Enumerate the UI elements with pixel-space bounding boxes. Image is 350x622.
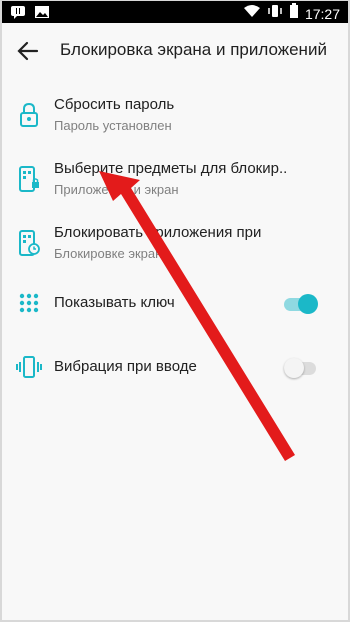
arrow-left-icon — [17, 41, 39, 61]
setting-summary: Пароль установлен — [54, 118, 172, 133]
status-right-icons: 17:27 — [243, 3, 340, 24]
dots-grid-icon — [16, 288, 42, 318]
toggle-thumb — [298, 294, 318, 314]
setting-vibrate-input[interactable]: Вибрация при вводе — [2, 336, 348, 400]
notification-icon — [10, 4, 26, 25]
lock-icon — [16, 100, 42, 130]
setting-lock-apps-when[interactable]: Блокировать приложения при Блокировке эк… — [2, 212, 348, 276]
status-bar: 17:27 — [2, 1, 348, 23]
vibrate-icon — [16, 352, 42, 382]
vibrate-toggle[interactable] — [284, 358, 318, 378]
setting-summary: Блокировке экрана — [54, 246, 170, 261]
setting-title: Вибрация при вводе — [54, 358, 197, 375]
vibrate-icon — [267, 4, 283, 23]
battery-icon — [289, 3, 299, 24]
back-button[interactable] — [14, 37, 42, 65]
setting-title: Показывать ключ — [54, 294, 175, 311]
phone-lock-icon — [16, 164, 42, 194]
status-time: 17:27 — [304, 5, 340, 22]
setting-show-key[interactable]: Показывать ключ — [2, 272, 348, 336]
setting-reset-password[interactable]: Сбросить пароль Пароль установлен — [2, 84, 348, 148]
screen: 17:27 Блокировка экрана и приложений Сбр… — [2, 1, 348, 620]
app-bar: Блокировка экрана и приложений — [2, 23, 348, 79]
setting-title: Блокировать приложения при — [54, 224, 262, 241]
image-icon — [34, 4, 50, 25]
show-key-toggle[interactable] — [284, 294, 318, 314]
setting-select-items[interactable]: Выберите предметы для блокир.. Приложени… — [2, 148, 348, 212]
setting-summary: Приложения и экран — [54, 182, 179, 197]
status-left-icons — [10, 4, 50, 25]
phone-timer-icon — [16, 228, 42, 258]
wifi-icon — [243, 4, 261, 23]
page-title: Блокировка экрана и приложений — [60, 40, 327, 59]
toggle-thumb — [284, 358, 304, 378]
setting-title: Выберите предметы для блокир.. — [54, 160, 288, 177]
setting-title: Сбросить пароль — [54, 96, 175, 113]
